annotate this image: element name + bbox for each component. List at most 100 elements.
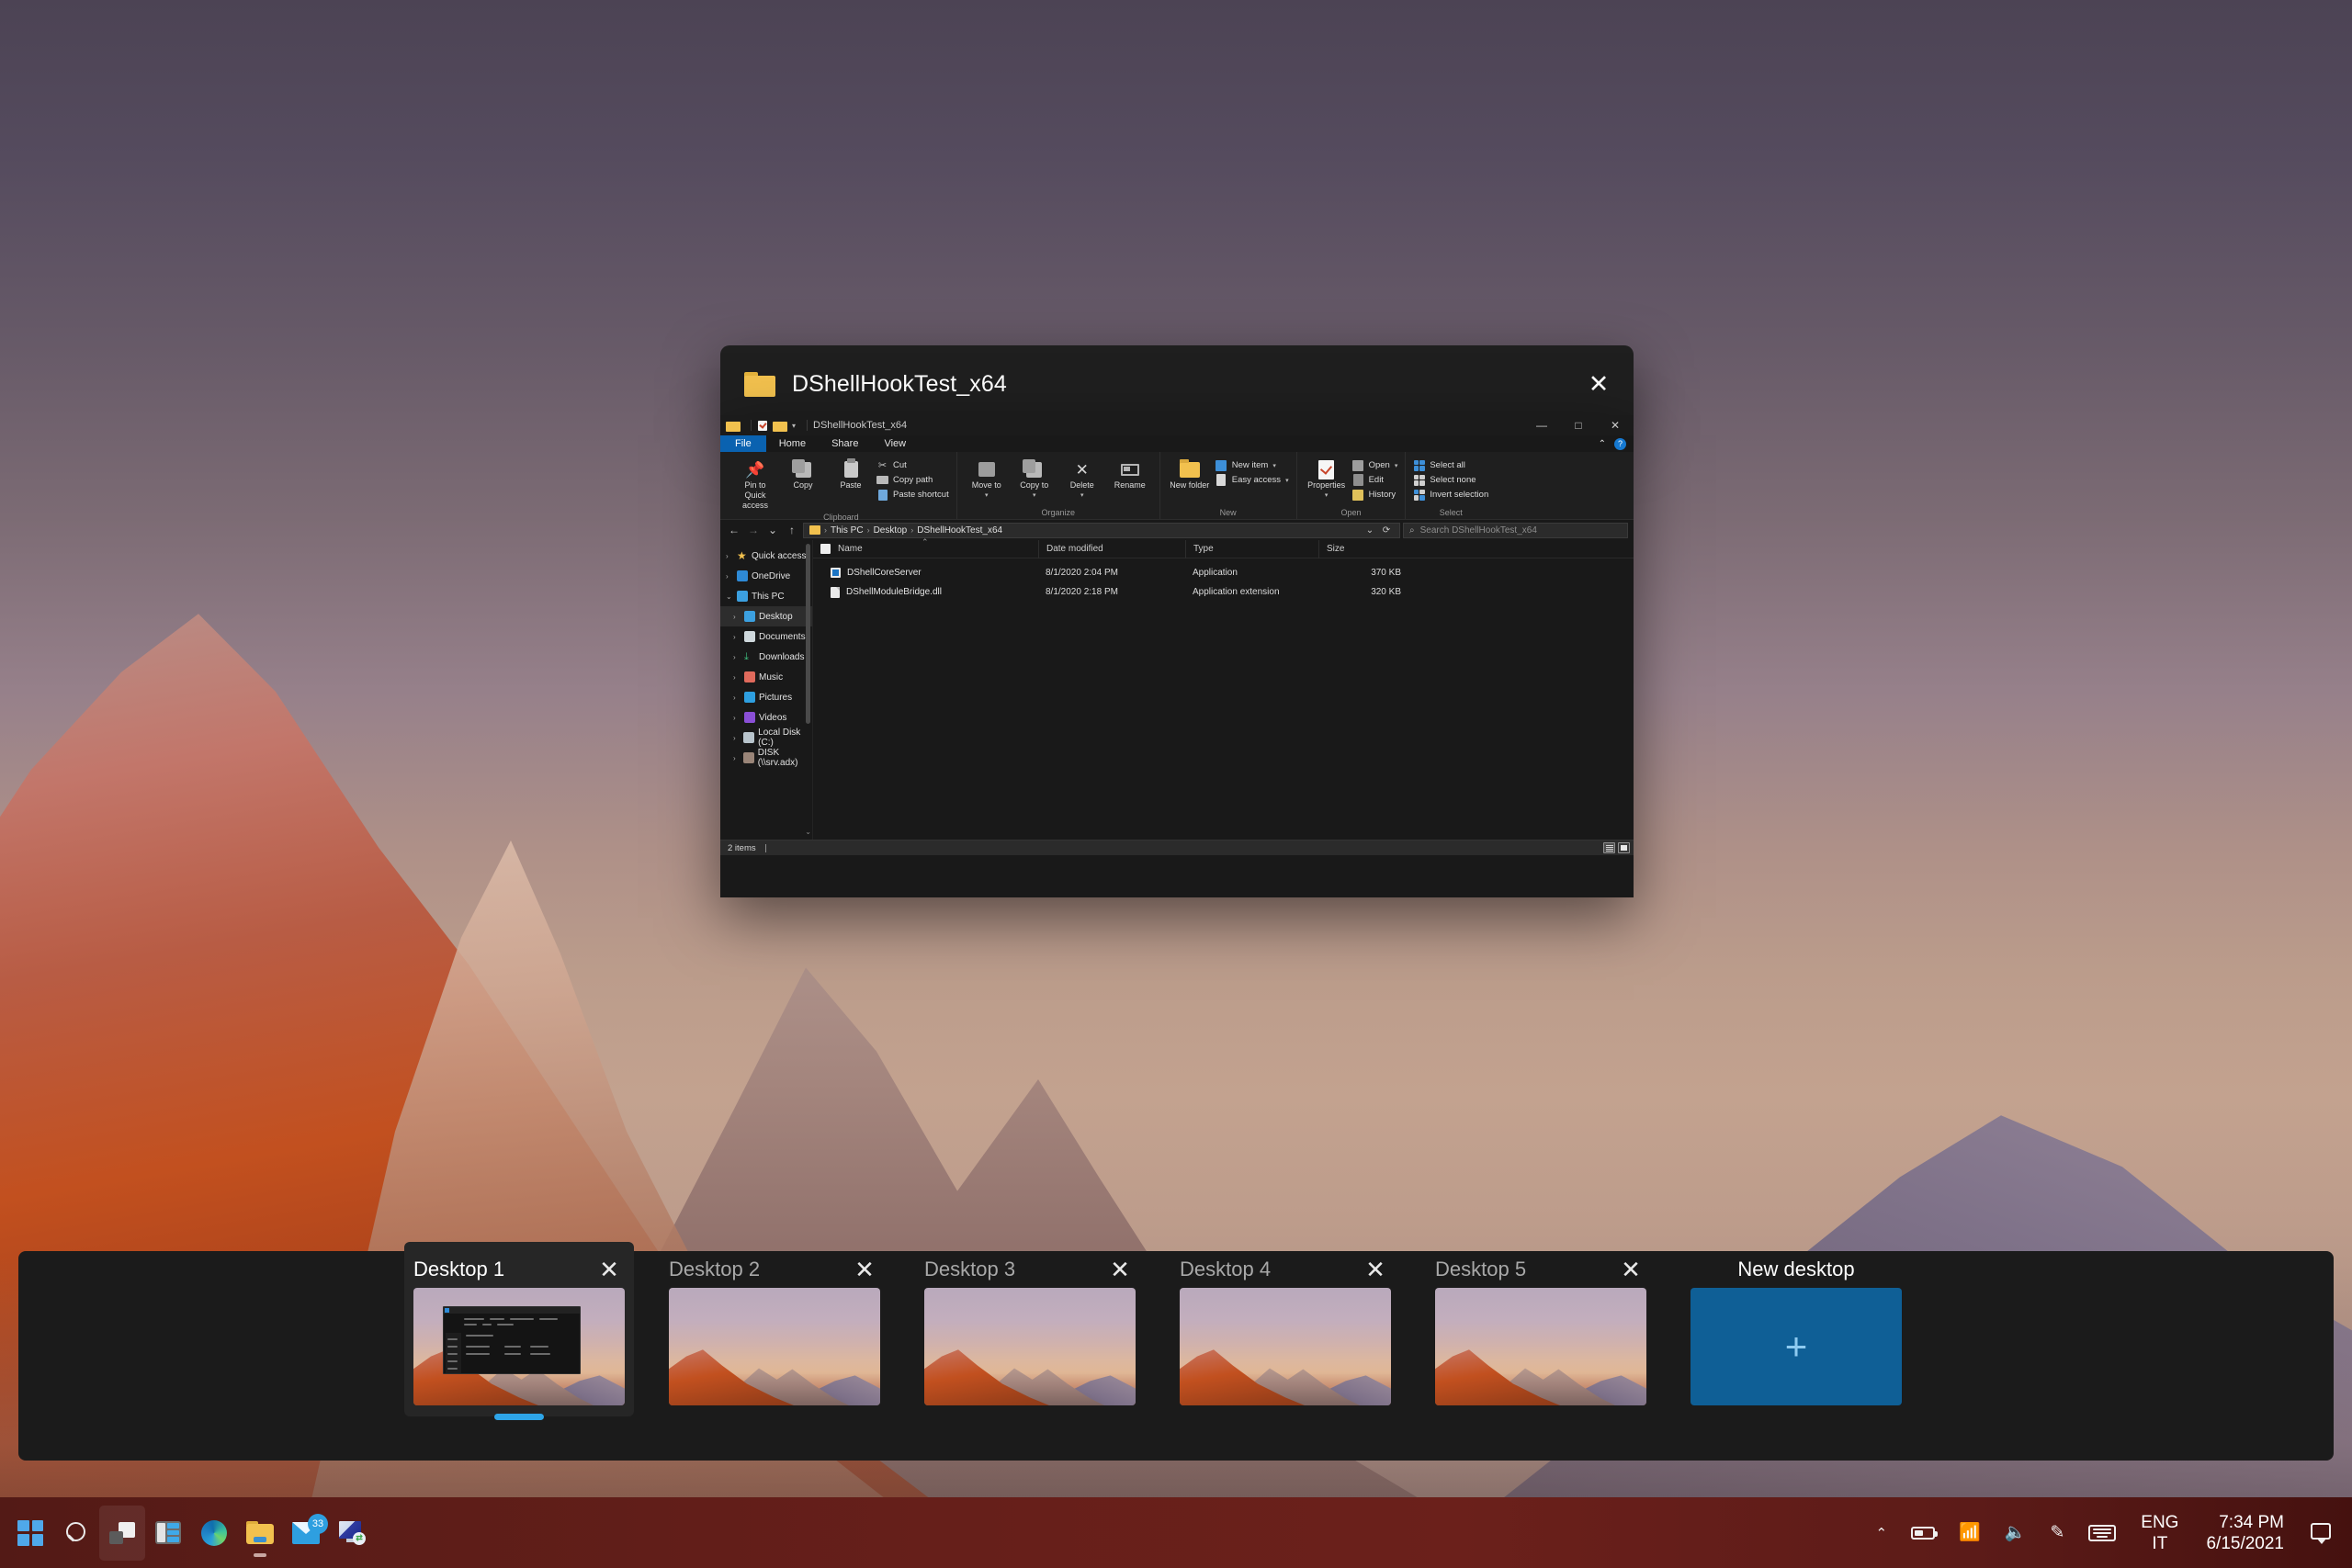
desktop-card-3[interactable]: Desktop 3 ✕ [924,1251,1136,1405]
search-input[interactable]: ⌕ Search DShellHookTest_x64 [1403,522,1628,538]
column-header-type[interactable]: Type [1185,539,1318,558]
column-header-size[interactable]: Size [1318,539,1419,558]
touch-keyboard-button[interactable] [2076,1506,2128,1561]
sidebar-item-pictures[interactable]: › Pictures [720,687,812,707]
breadcrumb-current-folder[interactable]: DShellHookTest_x64 [917,525,1002,536]
chevron-right-icon[interactable]: › [733,673,741,682]
edge-button[interactable] [191,1506,237,1561]
pen-menu-button[interactable]: ✎ [2038,1506,2076,1561]
forward-button[interactable]: → [745,522,762,538]
pin-to-quick-access-button[interactable]: 📌 Pin to Quick access [733,456,777,511]
tab-home[interactable]: Home [766,435,819,452]
notification-center-button[interactable] [2299,1506,2343,1561]
chevron-up-icon[interactable]: ⌃ [1599,439,1606,449]
table-row[interactable]: DShellCoreServer 8/1/2020 2:04 PM Applic… [813,563,1634,582]
select-all-button[interactable]: Select all [1413,459,1488,471]
desktop-thumbnail[interactable] [413,1288,625,1405]
network-button[interactable]: 📶 [1947,1506,1993,1561]
breadcrumb[interactable]: › This PC › Desktop › DShellHookTest_x64… [803,522,1400,538]
desktop-card-2[interactable]: Desktop 2 ✕ [669,1251,880,1405]
copy-to-button[interactable]: Copy to ▾ [1012,456,1057,501]
tab-view[interactable]: View [871,435,919,452]
desktop-card-4[interactable]: Desktop 4 ✕ [1180,1251,1391,1405]
sidebar-item-onedrive[interactable]: › OneDrive [720,566,812,586]
column-header-name[interactable]: Name ⌃ [813,537,1038,558]
details-view-icon[interactable] [1603,842,1615,853]
chevron-down-icon[interactable]: ▾ [1395,462,1398,469]
new-folder-icon[interactable] [773,420,787,432]
desktop-card-1[interactable]: Desktop 1 ✕ [404,1242,634,1420]
breadcrumb-this-pc[interactable]: This PC [831,525,864,536]
chevron-right-icon[interactable]: › [733,734,740,742]
move-to-button[interactable]: Move to ▾ [965,456,1009,501]
chevron-right-icon[interactable]: › [733,714,741,722]
new-folder-button[interactable]: New folder [1168,456,1212,491]
up-button[interactable]: ↑ [784,522,800,538]
back-button[interactable]: ← [726,522,742,538]
close-button[interactable]: ✕ [1597,415,1634,435]
chevron-right-icon[interactable]: › [733,754,740,762]
chevron-down-icon[interactable]: ▾ [985,491,989,501]
sidebar-item-downloads[interactable]: › ⤓ Downloads [720,647,812,667]
properties-button[interactable]: Properties ▾ [1305,456,1349,501]
paste-shortcut-button[interactable]: Paste shortcut [876,489,949,501]
address-dropdown-icon[interactable]: ⌄ [1363,523,1377,538]
new-desktop-card[interactable]: New desktop + [1690,1251,1902,1405]
desktop-thumbnail[interactable] [1435,1288,1646,1405]
sidebar-item-desktop[interactable]: › Desktop [720,606,812,626]
close-icon[interactable]: ✕ [1615,1254,1646,1285]
chevron-right-icon[interactable]: › [733,613,741,621]
folder-icon[interactable] [726,420,741,432]
desktop-thumbnail[interactable] [924,1288,1136,1405]
edit-button[interactable]: Edit [1352,474,1398,486]
search-button[interactable] [53,1506,99,1561]
close-icon[interactable]: ✕ [1564,345,1634,423]
select-none-button[interactable]: Select none [1413,474,1488,486]
mail-button[interactable]: 33 [283,1506,329,1561]
close-icon[interactable]: ✕ [1104,1254,1136,1285]
chevron-down-icon[interactable]: ▾ [1033,491,1036,501]
close-icon[interactable]: ✕ [849,1254,880,1285]
chevron-down-icon[interactable]: ▾ [792,422,796,430]
breadcrumb-desktop[interactable]: Desktop [874,525,908,536]
recent-locations-button[interactable]: ⌄ [764,522,781,538]
clock[interactable]: 7:34 PM 6/15/2021 [2191,1512,2299,1554]
copy-path-button[interactable]: Copy path [876,474,949,486]
chevron-right-icon[interactable]: › [726,552,733,560]
invert-selection-button[interactable]: Invert selection [1413,489,1488,501]
open-button[interactable]: Open ▾ [1352,459,1398,471]
history-button[interactable]: History [1352,489,1398,501]
properties-check-icon[interactable] [757,420,768,432]
chevron-right-icon[interactable]: › [733,633,741,641]
desktop-thumbnail[interactable] [1180,1288,1391,1405]
easy-access-button[interactable]: Easy access ▾ [1216,474,1289,486]
select-all-checkbox[interactable] [820,544,831,554]
delete-button[interactable]: ✕ Delete ▾ [1060,456,1104,501]
remote-desktop-button[interactable]: ⇄ [329,1506,375,1561]
chevron-right-icon[interactable]: › [726,572,733,581]
chevron-down-icon[interactable]: ▾ [1285,477,1289,484]
refresh-icon[interactable]: ⟳ [1379,523,1394,538]
rename-button[interactable]: Rename [1108,456,1152,491]
navigation-scrollbar[interactable] [806,544,810,724]
sidebar-item-quick-access[interactable]: › ★ Quick access [720,546,812,566]
tab-file[interactable]: File [720,435,766,452]
close-icon[interactable]: ✕ [594,1254,625,1285]
start-button[interactable] [7,1506,53,1561]
chevron-down-icon[interactable]: ▾ [1325,491,1329,501]
file-explorer-button[interactable] [237,1506,283,1561]
widgets-button[interactable] [145,1506,191,1561]
minimize-button[interactable]: — [1523,415,1560,435]
battery-button[interactable] [1899,1506,1947,1561]
show-hidden-icons-button[interactable]: ⌃ [1863,1506,1899,1561]
sidebar-item-local-disk[interactable]: › Local Disk (C:) [720,728,812,748]
chevron-down-icon[interactable]: ⌄ [726,592,733,601]
help-icon[interactable]: ? [1614,437,1626,450]
sidebar-item-this-pc[interactable]: ⌄ This PC [720,586,812,606]
new-item-button[interactable]: New item ▾ [1216,459,1289,471]
chevron-down-icon[interactable]: ▾ [1080,491,1084,501]
copy-button[interactable]: Copy [781,456,825,491]
sidebar-item-documents[interactable]: › Documents [720,626,812,647]
tiles-view-icon[interactable] [1618,842,1630,853]
column-header-date-modified[interactable]: Date modified [1038,539,1185,558]
